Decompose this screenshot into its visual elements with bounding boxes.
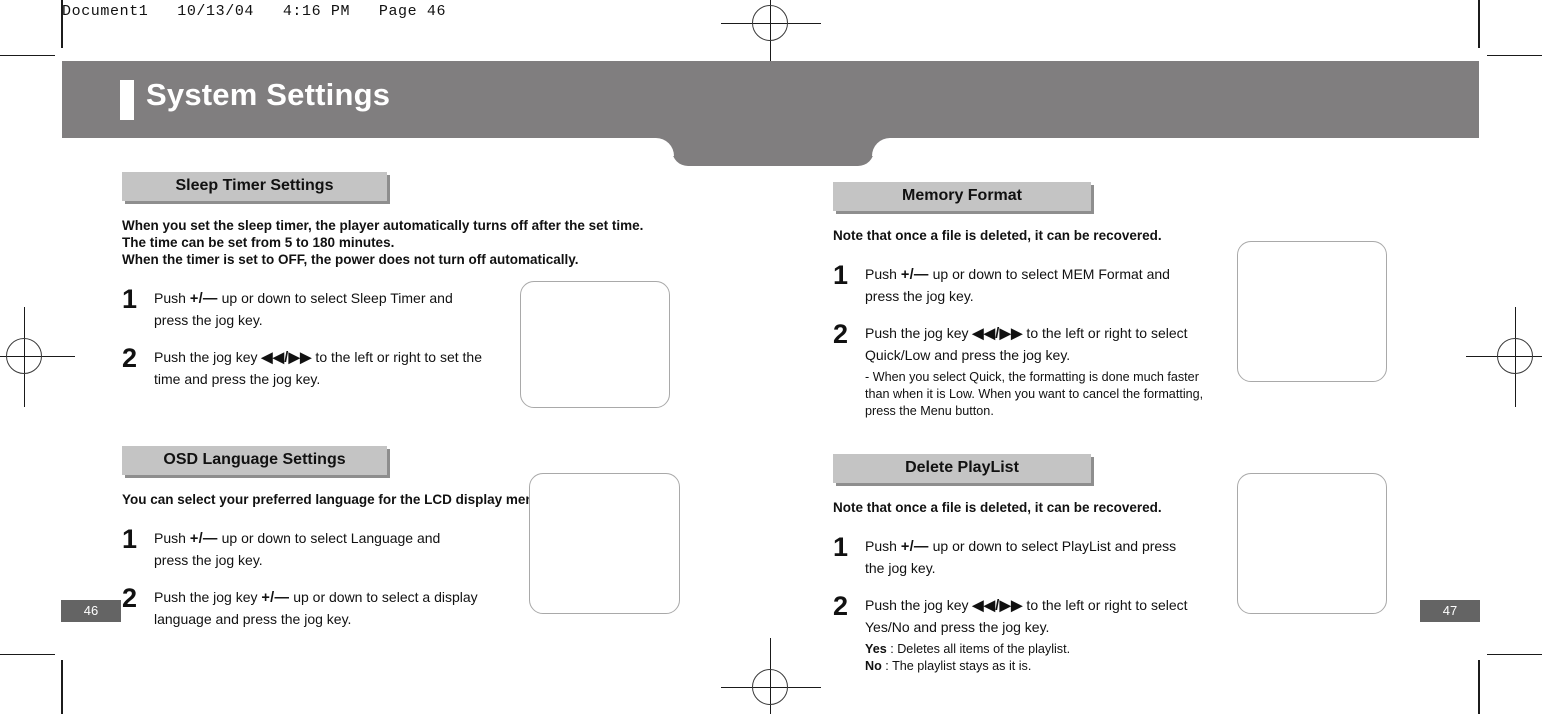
step-line: Push +/— up or down to select MEM Format… [865,266,1170,283]
step-line: time and press the jog key. [154,371,321,387]
step-line: Push the jog key ◀◀/▶▶ to the left or ri… [154,349,482,366]
step-line: the jog key. [865,560,936,576]
page-edge-top-right [1478,0,1480,48]
step-text: Push the jog key +/— up or down to selec… [154,585,478,630]
step-note-line: - When you select Quick, the formatting … [865,370,1199,384]
section-intro-sleep-timer-settings: When you set the sleep timer, the player… [122,217,702,268]
key-symbol-icon: ◀◀/▶▶ [261,350,312,366]
step-number: 2 [833,319,849,349]
step-options: Yes : Deletes all items of the playlist.… [865,641,1188,675]
key-symbol-icon: ◀◀/▶▶ [972,598,1023,614]
step-note: - When you select Quick, the formatting … [865,369,1203,420]
page-number-left: 46 [61,600,121,622]
page-title: System Settings [146,77,391,112]
document-header-line: Document1 10/13/04 4:16 PM Page 46 [62,3,447,20]
trim-mark-top-right [1487,55,1542,56]
intro-line: The time can be set from 5 to 180 minute… [122,235,395,250]
section-heading-delete-playlist: Delete PlayList [833,454,1091,483]
page-edge-bottom-right [1478,660,1480,714]
option-keyword: No [865,659,882,673]
key-symbol-icon: +/— [189,291,218,307]
trim-mark-bottom-right [1487,654,1542,655]
trim-mark-top-left [0,55,55,56]
step-note-line: than when it is Low. When you want to ca… [865,387,1204,401]
step-text: Push +/— up or down to select MEM Format… [865,262,1170,307]
step-line: press the jog key. [154,552,263,568]
section-heading-osd-language-settings: OSD Language Settings [122,446,387,475]
step-number: 2 [833,591,849,621]
banner-tab-shape [672,138,874,166]
step-text: Push +/— up or down to select Language a… [154,526,440,571]
intro-line: When you set the sleep timer, the player… [122,218,644,233]
banner-accent-bar [120,80,134,120]
step-number: 2 [122,583,138,613]
step-line: press the jog key. [154,312,263,328]
step-number: 1 [122,284,138,314]
step-text: Push +/— up or down to select Sleep Time… [154,286,453,331]
osd-language-screen-image [529,473,680,614]
key-symbol-icon: +/— [900,539,929,555]
trim-mark-bottom-left [0,654,55,655]
step-number: 1 [833,260,849,290]
delete-playlist-screen-image [1237,473,1387,614]
option-keyword: Yes [865,642,887,656]
step-number: 1 [833,532,849,562]
page-number-right: 47 [1420,600,1480,622]
step-option-no: No : The playlist stays as it is. [865,659,1032,673]
step-text: Push the jog key ◀◀/▶▶ to the left or ri… [865,593,1188,675]
step-line: Push +/— up or down to select PlayList a… [865,538,1177,555]
section-heading-sleep-timer-settings: Sleep Timer Settings [122,172,387,201]
sleep-timer-screen-image [520,281,670,408]
step-line: Push the jog key ◀◀/▶▶ to the left or ri… [865,597,1188,614]
title-banner: System Settings [62,61,1479,138]
intro-line: When the timer is set to OFF, the power … [122,252,579,267]
step-line: Push +/— up or down to select Language a… [154,530,441,547]
step-line: Push +/— up or down to select Sleep Time… [154,290,453,307]
reg-circle [1497,338,1533,374]
step-note-line: press the Menu button. [865,404,994,418]
step-text: Push the jog key ◀◀/▶▶ to the left or ri… [865,321,1203,420]
step-line: Push the jog key ◀◀/▶▶ to the left or ri… [865,325,1188,342]
reg-circle [752,5,788,41]
step-text: Push +/— up or down to select PlayList a… [865,534,1176,579]
step-line: press the jog key. [865,288,974,304]
section-heading-memory-format: Memory Format [833,182,1091,211]
step-line: Quick/Low and press the jog key. [865,347,1071,363]
step-option-yes: Yes : Deletes all items of the playlist. [865,642,1071,656]
key-symbol-icon: ◀◀/▶▶ [972,326,1023,342]
key-symbol-icon: +/— [900,267,929,283]
memory-format-screen-image [1237,241,1387,382]
step-line: Yes/No and press the jog key. [865,619,1050,635]
key-symbol-icon: +/— [189,531,218,547]
reg-circle [752,669,788,705]
step-number: 2 [122,343,138,373]
step-line: language and press the jog key. [154,611,352,627]
key-symbol-icon: +/— [261,590,290,606]
step-text: Push the jog key ◀◀/▶▶ to the left or ri… [154,345,482,390]
document-page: Document1 10/13/04 4:16 PM Page 46 Syste… [0,0,1542,714]
step-number: 1 [122,524,138,554]
step-line: Push the jog key +/— up or down to selec… [154,589,478,606]
page-edge-bottom-left [61,660,63,714]
reg-circle [6,338,42,374]
